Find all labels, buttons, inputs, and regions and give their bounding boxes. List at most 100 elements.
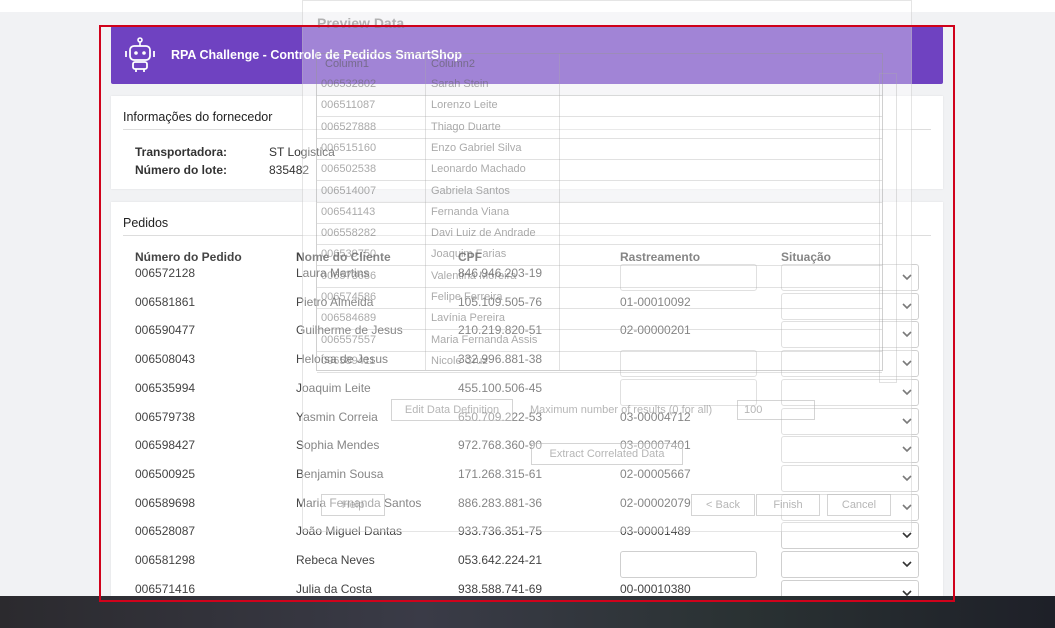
status-select[interactable] xyxy=(781,494,919,521)
status-select[interactable] xyxy=(781,264,919,291)
carrier-value: ST Logistica xyxy=(269,145,335,159)
chevron-down-icon xyxy=(902,274,912,281)
top-band xyxy=(0,0,1055,12)
order-number: 006508043 xyxy=(135,352,196,366)
tracking-code: 03-00004712 xyxy=(620,410,691,424)
divider xyxy=(123,129,931,130)
order-number: 006528087 xyxy=(135,524,196,538)
col-tracking: Rastreamento xyxy=(620,250,701,264)
customer-name: Laura Martins xyxy=(296,266,370,280)
cpf: 972.768.360-90 xyxy=(458,438,543,452)
order-number: 006572128 xyxy=(135,266,196,280)
lot-value: 835482 xyxy=(269,163,310,177)
tracking-code: 02-00005667 xyxy=(620,467,691,481)
customer-name: Rebeca Neves xyxy=(296,553,375,567)
order-number: 006598427 xyxy=(135,438,196,452)
tracking-input[interactable] xyxy=(620,350,757,377)
table-row: 006535994 Joaquim Leite 455.100.506-45 xyxy=(111,379,943,409)
customer-name: Guilherme de Jesus xyxy=(296,323,403,337)
customer-name: Sophia Mendes xyxy=(296,438,380,452)
order-number: 006581861 xyxy=(135,295,196,309)
customer-name: Maria Fernanda Santos xyxy=(296,496,422,510)
status-select[interactable] xyxy=(781,293,919,320)
app-title: RPA Challenge - Controle de Pedidos Smar… xyxy=(171,48,463,62)
col-order: Número do Pedido xyxy=(135,250,242,264)
tracking-code: 03-00001489 xyxy=(620,524,691,538)
taskbar-strip xyxy=(0,596,1055,628)
tracking-input[interactable] xyxy=(620,551,757,578)
table-row: 006589698 Maria Fernanda Santos 886.283.88… xyxy=(111,494,943,524)
status-select[interactable] xyxy=(781,580,919,596)
chevron-down-icon xyxy=(902,561,912,568)
cpf: 846.946.203-19 xyxy=(458,266,543,280)
table-row: 006581298 Rebeca Neves 053.642.224-21 xyxy=(111,551,943,581)
status-select[interactable] xyxy=(781,321,919,348)
chevron-down-icon xyxy=(902,418,912,425)
status-select[interactable] xyxy=(781,551,919,578)
table-row: 006508043 Heloísa de Jesus 332.996.881-38 xyxy=(111,350,943,380)
table-row: 006572128 Laura Martins 846.946.203-19 xyxy=(111,264,943,294)
tracking-code: 01-00010092 xyxy=(620,295,691,309)
carrier-row: Transportadora: ST Logistica xyxy=(135,145,335,159)
supplier-card: Informações do fornecedor Transportadora… xyxy=(111,96,943,189)
tracking-code: 02-00000201 xyxy=(620,323,691,337)
chevron-down-icon xyxy=(902,475,912,482)
customer-name: João Miguel Dantas xyxy=(296,524,403,538)
order-number: 006579738 xyxy=(135,410,196,424)
orders-card: Pedidos Número do Pedido Nome do Cliente… xyxy=(111,202,943,596)
chevron-down-icon xyxy=(902,590,912,596)
status-select[interactable] xyxy=(781,350,919,377)
customer-name: Yasmin Correia xyxy=(296,410,378,424)
table-row: 006581861 Pietro Almeida 105.109.505-76 01-… xyxy=(111,293,943,323)
table-row: 006500925 Benjamin Sousa 171.268.315-61 02-… xyxy=(111,465,943,495)
lot-row: Número do lote: 835482 xyxy=(135,163,309,177)
cpf: 938.588.741-69 xyxy=(458,582,543,596)
chevron-down-icon xyxy=(902,360,912,367)
cpf: 105.109.505-76 xyxy=(458,295,543,309)
cpf: 053.642.224-21 xyxy=(458,553,543,567)
chevron-down-icon xyxy=(902,331,912,338)
tracking-code: 03-00007401 xyxy=(620,438,691,452)
status-select[interactable] xyxy=(781,408,919,435)
lot-label: Número do lote: xyxy=(135,163,227,177)
customer-name: Pietro Almeida xyxy=(296,295,374,309)
divider xyxy=(123,235,931,236)
col-name: Nome do Cliente xyxy=(296,250,391,264)
chevron-down-icon xyxy=(902,389,912,396)
cpf: 455.100.506-45 xyxy=(458,381,543,395)
table-row: 006590477 Guilherme de Jesus 210.219.820-5… xyxy=(111,321,943,351)
tracking-code: 00-00010380 xyxy=(620,582,691,596)
app-header: RPA Challenge - Controle de Pedidos Smar… xyxy=(111,26,943,84)
carrier-label: Transportadora: xyxy=(135,145,228,159)
tracking-input[interactable] xyxy=(620,264,757,291)
col-cpf: CPF xyxy=(458,250,482,264)
customer-name: Julia da Costa xyxy=(296,582,373,596)
chevron-down-icon xyxy=(902,532,912,539)
customer-name: Joaquim Leite xyxy=(296,381,371,395)
order-number: 006535994 xyxy=(135,381,196,395)
order-number: 006581298 xyxy=(135,553,196,567)
orders-title: Pedidos xyxy=(123,216,169,230)
status-select[interactable] xyxy=(781,379,919,406)
status-select[interactable] xyxy=(781,465,919,492)
status-select[interactable] xyxy=(781,436,919,463)
col-status: Situação xyxy=(781,250,832,264)
table-row: 006579738 Yasmin Correia 650.709.222-53 03-… xyxy=(111,408,943,438)
cpf: 933.736.351-75 xyxy=(458,524,543,538)
cpf: 171.268.315-61 xyxy=(458,467,543,481)
supplier-title: Informações do fornecedor xyxy=(123,110,273,124)
status-select[interactable] xyxy=(781,522,919,549)
table-row: 006571416 Julia da Costa 938.588.741-69 00-… xyxy=(111,580,943,596)
order-number: 006500925 xyxy=(135,467,196,481)
tracking-code: 02-00002079 xyxy=(620,496,691,510)
order-number: 006589698 xyxy=(135,496,196,510)
chevron-down-icon xyxy=(902,446,912,453)
cpf: 210.219.820-51 xyxy=(458,323,543,337)
order-number: 006571416 xyxy=(135,582,196,596)
cpf: 650.709.222-53 xyxy=(458,410,543,424)
robot-icon xyxy=(125,37,155,72)
cpf: 332.996.881-38 xyxy=(458,352,543,366)
tracking-input[interactable] xyxy=(620,379,757,406)
order-number: 006590477 xyxy=(135,323,196,337)
customer-name: Heloísa de Jesus xyxy=(296,352,389,366)
